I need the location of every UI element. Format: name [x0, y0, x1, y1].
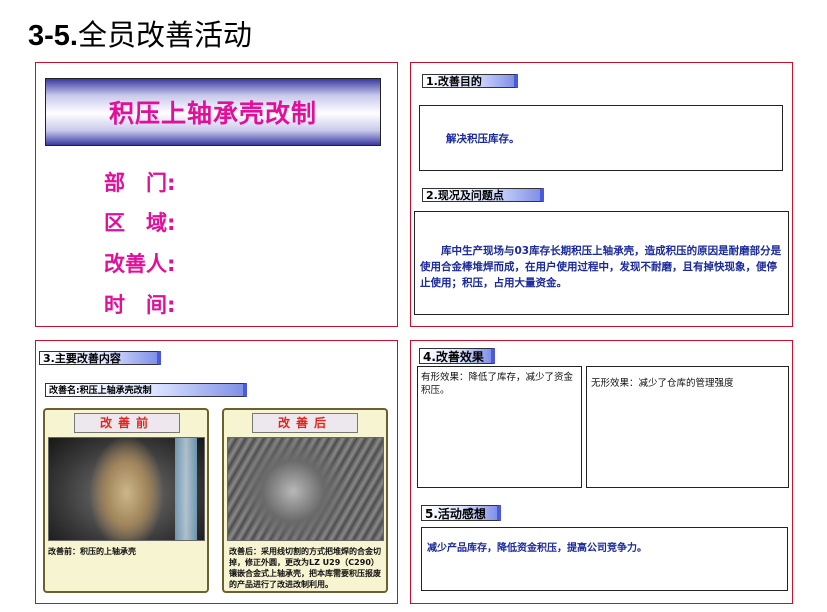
status-text: 库中生产现场与03库存长期积压上轴承壳，造成积压的原因是耐磨部分是使用合金棒堆焊…	[420, 245, 782, 289]
field-department: 部 门:	[104, 171, 176, 195]
page-title-text: 全员改善活动	[77, 18, 252, 52]
content-tag: 3.主要改善内容	[39, 351, 161, 365]
before-caption: 改善前：积压的上轴承壳	[48, 547, 136, 556]
cover-banner: 积压上轴承壳改制	[45, 78, 381, 146]
page-title: 3-5.全员改善活动	[28, 12, 252, 54]
after-label: 改善后	[252, 413, 358, 433]
after-caption: 改善后：采用线切割的方式把堆焊的合金切掉，修正外圆，更改为LZ U29（C290…	[229, 547, 381, 589]
status-tag: 2.现况及问题点	[422, 188, 544, 202]
field-time: 时 间:	[104, 293, 176, 317]
status-box: 库中生产现场与03库存长期积压上轴承壳，造成积压的原因是耐磨部分是使用合金棒堆焊…	[414, 211, 789, 315]
intangible-effect-box: 无形效果：减少了仓库的管理强度	[586, 366, 789, 488]
improvement-name-tag: 改善名:积压上轴承壳改制	[45, 383, 247, 397]
before-photo	[48, 437, 205, 541]
page-title-number: 3-5.	[28, 20, 78, 52]
tangible-effect-text: 有形效果：降低了库存，减少了资金积压。	[421, 372, 574, 396]
purpose-text: 解决积压库存。	[446, 133, 520, 145]
field-area: 区 域:	[104, 211, 176, 235]
tangible-effect-box: 有形效果：降低了库存，减少了资金积压。	[417, 366, 582, 488]
effect-tag: 4.改善效果	[419, 348, 495, 364]
after-photo	[227, 437, 384, 541]
intangible-effect-text: 无形效果：减少了仓库的管理强度	[591, 378, 734, 389]
purpose-box: 解决积压库存。	[419, 105, 783, 171]
field-improver: 改善人:	[104, 252, 176, 276]
purpose-tag: 1.改善目的	[422, 74, 518, 88]
before-label: 改善前	[74, 413, 180, 433]
feeling-tag: 5.活动感想	[421, 505, 501, 521]
feeling-text: 减少产品库存，降低资金积压，提高公司竞争力。	[427, 543, 647, 554]
cover-banner-title: 积压上轴承壳改制	[108, 99, 317, 128]
feeling-box: 减少产品库存，降低资金积压，提高公司竞争力。	[421, 527, 788, 591]
